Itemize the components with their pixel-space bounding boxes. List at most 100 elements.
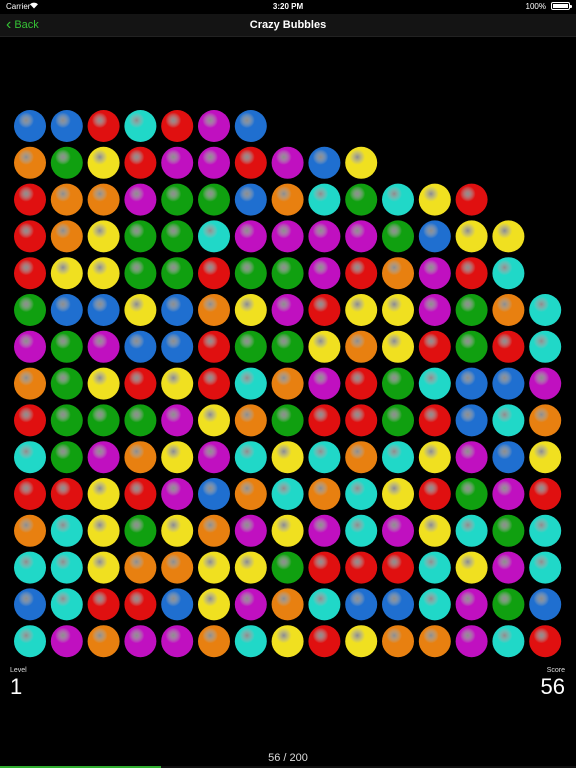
bubble-yellow[interactable] (87, 257, 120, 290)
bubble-green[interactable] (161, 257, 194, 290)
bubble-red[interactable] (308, 404, 341, 437)
bubble-orange[interactable] (14, 367, 46, 400)
bubble-cyan[interactable] (308, 588, 341, 621)
bubble-yellow[interactable] (161, 367, 194, 400)
bubble-blue[interactable] (455, 367, 488, 400)
bubble-red[interactable] (198, 367, 230, 400)
bubble-blue[interactable] (50, 110, 83, 142)
bubble-magenta[interactable] (455, 588, 488, 621)
bubble-yellow[interactable] (271, 514, 304, 547)
bubble-green[interactable] (382, 220, 414, 253)
bubble-magenta[interactable] (455, 625, 488, 658)
bubble-red[interactable] (14, 404, 46, 437)
bubble-red[interactable] (492, 330, 525, 363)
bubble-magenta[interactable] (492, 478, 525, 510)
bubble-orange[interactable] (198, 294, 230, 326)
bubble-yellow[interactable] (308, 330, 341, 363)
bubble-yellow[interactable] (87, 551, 120, 584)
bubble-yellow[interactable] (87, 478, 120, 510)
bubble-cyan[interactable] (382, 183, 414, 216)
bubble-green[interactable] (124, 404, 157, 437)
bubble-orange[interactable] (198, 514, 230, 547)
bubble-green[interactable] (492, 588, 525, 621)
bubble-magenta[interactable] (234, 514, 267, 547)
bubble-magenta[interactable] (271, 146, 304, 179)
bubble-cyan[interactable] (50, 514, 83, 547)
bubble-red[interactable] (455, 183, 488, 216)
bubble-red[interactable] (529, 625, 562, 658)
bubble-green[interactable] (345, 183, 378, 216)
bubble-cyan[interactable] (492, 257, 525, 290)
bubble-cyan[interactable] (234, 441, 267, 474)
bubble-cyan[interactable] (308, 183, 341, 216)
bubble-magenta[interactable] (418, 294, 451, 326)
bubble-cyan[interactable] (418, 367, 451, 400)
bubble-yellow[interactable] (161, 441, 194, 474)
bubble-orange[interactable] (382, 257, 414, 290)
bubble-green[interactable] (87, 404, 120, 437)
bubble-red[interactable] (14, 183, 46, 216)
bubble-magenta[interactable] (50, 625, 83, 658)
bubble-red[interactable] (124, 146, 157, 179)
bubble-cyan[interactable] (529, 330, 562, 363)
bubble-cyan[interactable] (308, 441, 341, 474)
bubble-magenta[interactable] (529, 367, 562, 400)
bubble-green[interactable] (234, 257, 267, 290)
bubble-orange[interactable] (161, 551, 194, 584)
bubble-cyan[interactable] (418, 551, 451, 584)
bubble-red[interactable] (234, 146, 267, 179)
bubble-green[interactable] (198, 183, 230, 216)
bubble-cyan[interactable] (492, 625, 525, 658)
bubble-magenta[interactable] (455, 441, 488, 474)
bubble-magenta[interactable] (14, 330, 46, 363)
bubble-magenta[interactable] (161, 404, 194, 437)
bubble-yellow[interactable] (87, 367, 120, 400)
bubble-red[interactable] (14, 257, 46, 290)
bubble-cyan[interactable] (345, 478, 378, 510)
bubble-green[interactable] (271, 257, 304, 290)
bubble-red[interactable] (455, 257, 488, 290)
bubble-blue[interactable] (161, 588, 194, 621)
bubble-red[interactable] (198, 257, 230, 290)
bubble-blue[interactable] (418, 220, 451, 253)
bubble-green[interactable] (161, 220, 194, 253)
bubble-magenta[interactable] (124, 183, 157, 216)
bubble-cyan[interactable] (234, 367, 267, 400)
bubble-orange[interactable] (14, 514, 46, 547)
bubble-cyan[interactable] (382, 441, 414, 474)
bubble-red[interactable] (14, 478, 46, 510)
bubble-magenta[interactable] (308, 257, 341, 290)
bubble-yellow[interactable] (124, 294, 157, 326)
bubble-cyan[interactable] (492, 404, 525, 437)
bubble-cyan[interactable] (418, 588, 451, 621)
bubble-red[interactable] (87, 110, 120, 142)
bubble-green[interactable] (455, 330, 488, 363)
bubble-orange[interactable] (345, 330, 378, 363)
bubble-cyan[interactable] (14, 625, 46, 658)
bubble-magenta[interactable] (234, 220, 267, 253)
bubble-green[interactable] (455, 478, 488, 510)
bubble-red[interactable] (345, 257, 378, 290)
bubble-orange[interactable] (345, 441, 378, 474)
bubble-green[interactable] (234, 330, 267, 363)
bubble-green[interactable] (382, 404, 414, 437)
bubble-cyan[interactable] (529, 294, 562, 326)
bubble-magenta[interactable] (198, 441, 230, 474)
bubble-blue[interactable] (382, 588, 414, 621)
bubble-green[interactable] (271, 330, 304, 363)
bubble-yellow[interactable] (271, 625, 304, 658)
bubble-green[interactable] (124, 514, 157, 547)
bubble-yellow[interactable] (198, 588, 230, 621)
bubble-orange[interactable] (418, 625, 451, 658)
bubble-green[interactable] (124, 220, 157, 253)
bubble-red[interactable] (198, 330, 230, 363)
bubble-green[interactable] (50, 404, 83, 437)
bubble-yellow[interactable] (87, 514, 120, 547)
bubble-green[interactable] (382, 367, 414, 400)
bubble-orange[interactable] (529, 404, 562, 437)
bubble-cyan[interactable] (345, 514, 378, 547)
bubble-orange[interactable] (234, 478, 267, 510)
bubble-yellow[interactable] (455, 551, 488, 584)
bubble-magenta[interactable] (161, 478, 194, 510)
bubble-green[interactable] (50, 330, 83, 363)
